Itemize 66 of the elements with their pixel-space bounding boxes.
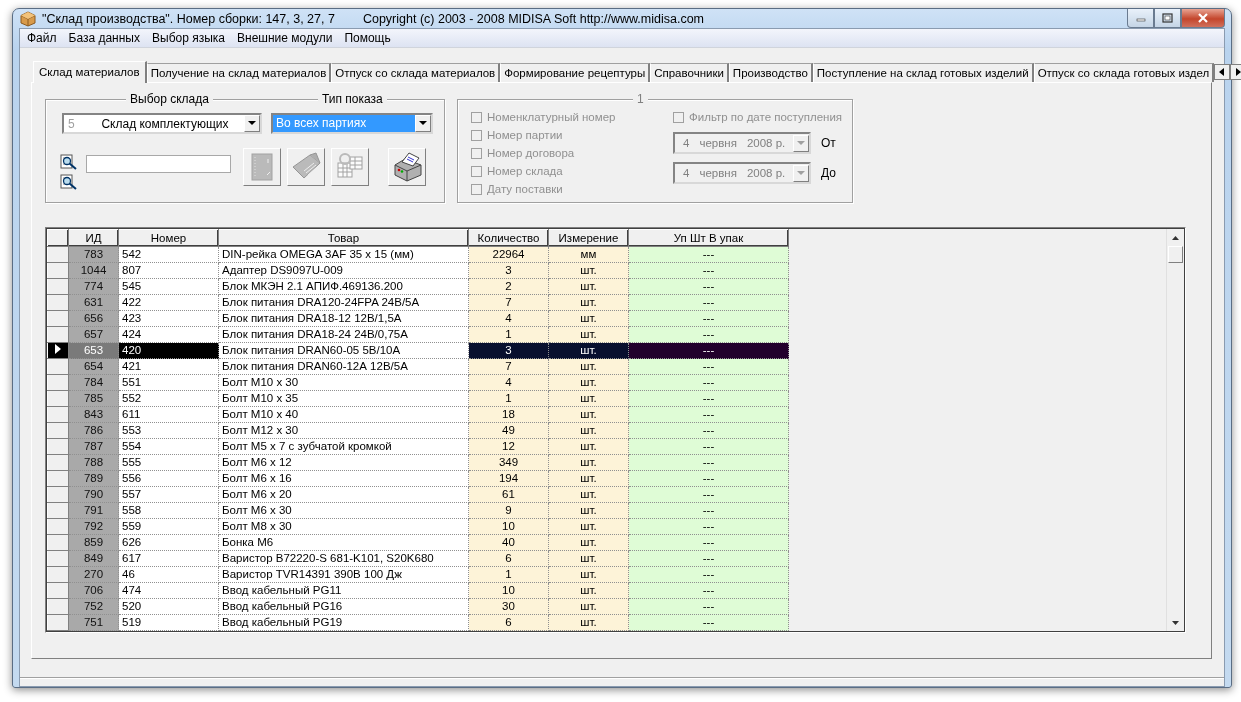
scrollbar[interactable] — [1166, 229, 1184, 631]
group-title: Выбор склада — [126, 92, 213, 106]
search-icon[interactable] — [60, 154, 77, 170]
checkbox-label: Номер партии — [487, 129, 563, 141]
tab[interactable]: Формирование рецептуры — [500, 63, 651, 82]
column-header[interactable]: Уп Шт В упак — [628, 229, 789, 247]
printer-icon — [391, 151, 423, 183]
dropdown-value: Во всех партиях — [273, 115, 415, 132]
date-year: 2008 р. — [746, 167, 786, 179]
box-icon — [20, 10, 36, 27]
tab[interactable]: Отпуск со склада готовых издел — [1033, 63, 1215, 82]
menu-item[interactable]: Файл — [21, 31, 63, 45]
dropdown-arrow-icon — [248, 121, 256, 126]
checkbox-label: Номер договора — [487, 147, 575, 159]
copyright-text: Copyright (c) 2003 - 2008 MIDISA Soft http://www.midisa.com — [362, 11, 705, 26]
close-button[interactable] — [1181, 9, 1225, 28]
warehouse-code: 5 — [67, 116, 76, 131]
right-arrow-icon — [1235, 67, 1241, 76]
dropdown-arrow-icon — [419, 121, 427, 126]
close-icon — [1197, 13, 1209, 23]
tab[interactable]: Справочники — [650, 63, 729, 82]
date-month: червня — [699, 137, 737, 149]
tab[interactable]: Поступление на склад готовых изделий — [812, 63, 1034, 82]
search-icon[interactable] — [60, 174, 77, 190]
column-header[interactable]: ИД — [68, 229, 119, 247]
scroll-right-button[interactable] — [1230, 63, 1241, 80]
column-header[interactable]: Товар — [218, 229, 469, 247]
maximize-button[interactable] — [1154, 9, 1181, 28]
dropdown-arrow-icon — [797, 140, 805, 146]
search-field[interactable] — [86, 155, 231, 173]
window-title: "Склад производства". Номер сборки: 147, 3, 27, 7 — [42, 11, 335, 26]
menu-item[interactable]: Внешние модули — [231, 31, 339, 45]
toolbar-button[interactable] — [388, 148, 426, 186]
dropdown-arrow-icon — [797, 170, 805, 176]
down-arrow-icon[interactable] — [1172, 620, 1179, 625]
field-label: Тип показа — [318, 92, 387, 106]
scroll-left-button[interactable] — [1214, 63, 1231, 80]
dropdown-value: Склад комплектующих — [100, 116, 230, 131]
left-arrow-icon — [1219, 67, 1226, 76]
date-label: От — [821, 136, 836, 150]
checkbox-label: Дату поставки — [487, 183, 563, 195]
scrollbar-thumb[interactable] — [1168, 246, 1183, 263]
warehouse-dropdown[interactable]: 5 Склад комплектующих — [62, 113, 262, 134]
menu-item[interactable]: База данных — [62, 31, 146, 45]
tab[interactable]: Получение на склад материалов — [146, 63, 332, 82]
column-header[interactable]: Количество — [468, 229, 549, 247]
up-arrow-icon[interactable] — [1172, 235, 1179, 240]
current-row-icon — [54, 344, 62, 354]
maximize-icon — [1162, 13, 1173, 23]
column-header[interactable]: Измерение — [548, 229, 629, 247]
tab[interactable]: Производство — [728, 63, 813, 82]
menu-item[interactable]: Помощь — [338, 31, 397, 45]
menu-item[interactable]: Выбор языка — [146, 31, 231, 45]
date-day: 4 — [683, 137, 690, 149]
minimize-button[interactable] — [1127, 9, 1154, 28]
column-header[interactable]: Номер — [118, 229, 219, 247]
date-label: До — [821, 166, 836, 180]
group-title: 1 — [633, 92, 648, 106]
tab[interactable]: Склад материалов — [33, 61, 147, 83]
checkbox-label: Фильтр по дате поступления — [689, 111, 843, 123]
date-day: 4 — [683, 167, 690, 179]
checkbox-label: Номер склада — [487, 165, 563, 177]
date-year: 2008 р. — [746, 137, 786, 149]
checkbox-label: Номенклатурный номер — [487, 111, 616, 123]
tab[interactable]: Отпуск со склада материалов — [331, 63, 501, 82]
date-month: червня — [699, 167, 737, 179]
